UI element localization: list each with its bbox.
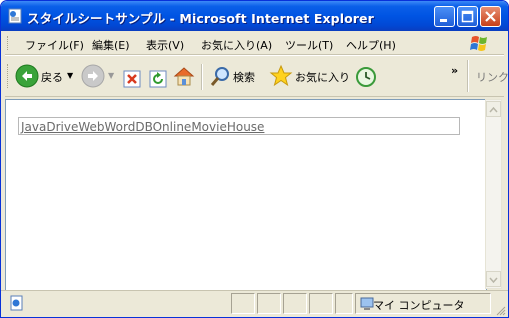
minimize-button[interactable] xyxy=(434,6,455,27)
browser-window: スタイルシートサンプル - Microsoft Internet Explore… xyxy=(0,0,509,318)
status-cell-2 xyxy=(257,293,281,314)
forward-arrow-icon[interactable] xyxy=(81,64,105,88)
search-button-label[interactable]: 検索 xyxy=(233,69,255,85)
menu-view[interactable]: 表示(V) xyxy=(146,37,184,53)
maximize-icon xyxy=(461,10,474,23)
windows-logo-icon xyxy=(470,36,487,51)
menu-tools[interactable]: ツール(T) xyxy=(285,37,333,53)
security-zone-label: マイ コンピュータ xyxy=(373,299,465,312)
resize-grip-icon[interactable] xyxy=(495,305,506,316)
search-icon[interactable] xyxy=(209,65,231,89)
status-cell-3 xyxy=(283,293,307,314)
menu-bar: ファイル(F) 編集(E) 表示(V) お気に入り(A) ツール(T) ヘルプ(… xyxy=(5,32,504,55)
favorites-button-label[interactable]: お気に入り xyxy=(295,69,350,85)
title-bar[interactable]: スタイルシートサンプル - Microsoft Internet Explore… xyxy=(1,1,508,31)
menu-grip[interactable] xyxy=(7,36,11,50)
minimize-icon xyxy=(440,19,447,22)
scroll-down-button[interactable] xyxy=(486,271,501,287)
chevron-up-icon xyxy=(489,106,498,113)
maximize-button[interactable] xyxy=(457,6,478,27)
forward-dropdown-icon[interactable]: ▼ xyxy=(108,71,114,80)
site-link[interactable]: JavaDriveWebWordDBOnlineMovieHouse xyxy=(21,120,264,134)
standard-toolbar: 戻る ▼ ▼ 検索 お気に入り » リンク xyxy=(5,55,508,97)
status-text-cell xyxy=(5,293,229,314)
window-title: スタイルシートサンプル - Microsoft Internet Explore… xyxy=(27,11,374,26)
stop-icon[interactable] xyxy=(123,67,141,91)
status-cell-5 xyxy=(335,293,353,314)
vertical-scrollbar[interactable] xyxy=(485,99,502,289)
menu-favorites[interactable]: お気に入り(A) xyxy=(201,37,272,53)
home-icon[interactable] xyxy=(173,64,195,88)
menu-edit[interactable]: 編集(E) xyxy=(92,37,130,53)
page-content: JavaDriveWebWordDBOnlineMovieHouse xyxy=(5,99,487,291)
refresh-icon[interactable] xyxy=(149,67,167,91)
scroll-up-button[interactable] xyxy=(486,101,501,117)
favorites-star-icon[interactable] xyxy=(269,64,293,88)
links-label[interactable]: リンク xyxy=(476,69,508,85)
link-container: JavaDriveWebWordDBOnlineMovieHouse xyxy=(18,117,460,135)
close-icon xyxy=(485,11,496,22)
page-icon xyxy=(8,8,22,24)
back-button-label[interactable]: 戻る xyxy=(41,69,63,85)
links-separator xyxy=(467,60,469,92)
toolbar-separator xyxy=(201,64,203,90)
status-cell-progress xyxy=(231,293,255,314)
chevron-down-icon xyxy=(489,277,498,284)
history-icon[interactable] xyxy=(355,65,377,89)
status-cell-4 xyxy=(309,293,333,314)
status-bar: マイ コンピュータ xyxy=(1,290,508,317)
back-dropdown-icon[interactable]: ▼ xyxy=(67,71,73,80)
back-arrow-icon[interactable] xyxy=(15,64,39,88)
menu-help[interactable]: ヘルプ(H) xyxy=(346,37,396,53)
menu-file[interactable]: ファイル(F) xyxy=(25,37,84,53)
toolbar-grip[interactable] xyxy=(7,64,11,88)
toolbar-overflow-icon[interactable]: » xyxy=(451,64,458,77)
close-button[interactable] xyxy=(480,6,501,27)
